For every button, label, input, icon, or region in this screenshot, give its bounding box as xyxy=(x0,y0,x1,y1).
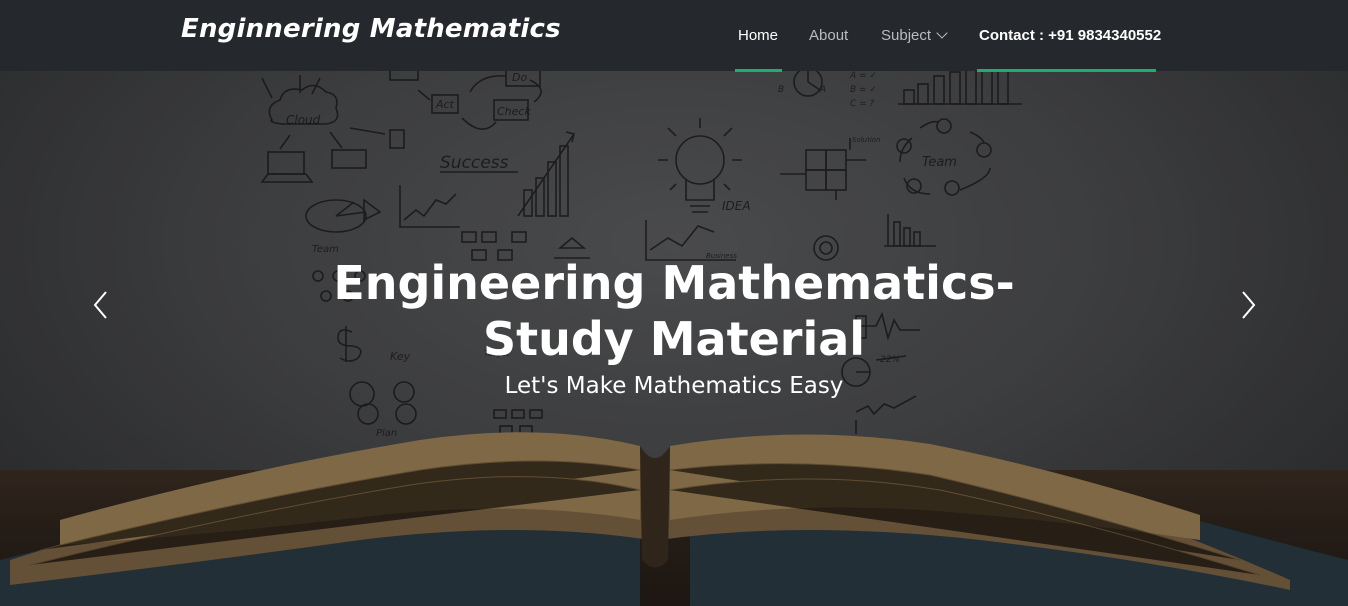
nav-home[interactable]: Home xyxy=(738,27,778,44)
nav-subject-dropdown[interactable]: Subject xyxy=(881,27,948,44)
hero-title: Engineering Mathematics- Study Material xyxy=(0,255,1348,367)
top-navbar: Enginnering Mathematics Home About Subje… xyxy=(0,0,1348,71)
brand-logo[interactable]: Enginnering Mathematics xyxy=(181,14,561,44)
nav-about[interactable]: About xyxy=(809,27,848,44)
chevron-down-icon xyxy=(936,27,948,39)
nav-subject-label: Subject xyxy=(881,27,932,44)
hero-title-line2: Study Material xyxy=(482,312,866,366)
nav-contact-indicator xyxy=(977,69,1156,72)
nav-active-indicator xyxy=(735,69,782,72)
hero-subtitle: Let's Make Mathematics Easy xyxy=(504,373,844,399)
hero-title-line1: Engineering Mathematics- xyxy=(333,256,1015,310)
nav-contact[interactable]: Contact : +91 9834340552 xyxy=(979,27,1161,44)
